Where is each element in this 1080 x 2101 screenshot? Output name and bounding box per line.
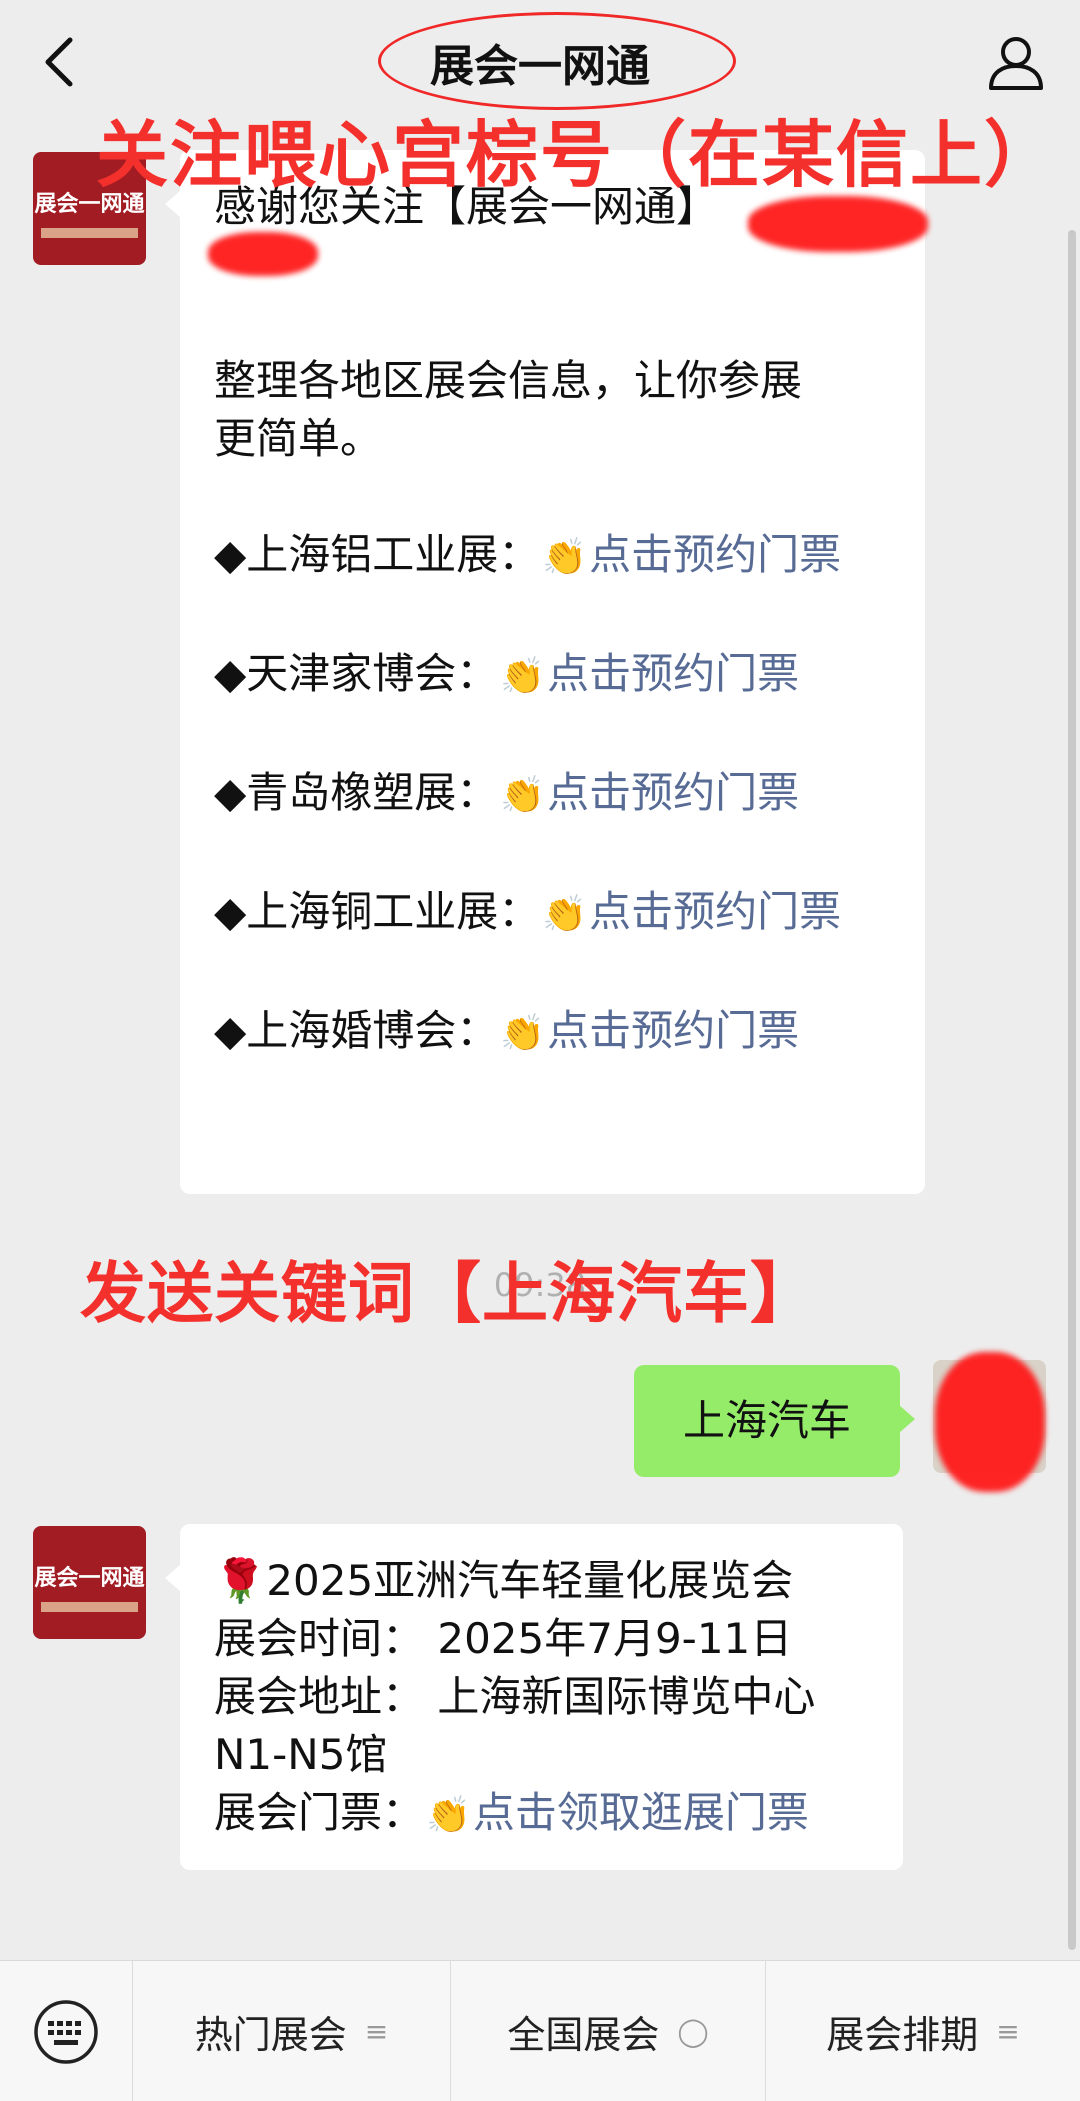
avatar-strip <box>41 1602 138 1612</box>
clap-hand-icon: 👏 <box>500 656 546 697</box>
expo-item: ◆天津家博会：👏点击预约门票 <box>214 645 895 706</box>
menu-tab-expo-schedule[interactable]: 展会排期 ≡ <box>765 1961 1080 2101</box>
welcome-message-bubble: 感谢您关注【展会一网通】 整理各地区展会信息，让你参展 更简单。 ◆上海铝工业展… <box>165 150 925 1194</box>
expo-item: ◆上海铝工业展：👏点击预约门票 <box>214 526 895 587</box>
bottom-menu-bar: 热门展会 ≡ 全国展会 ◯ 展会排期 ≡ <box>0 1960 1080 2101</box>
clap-hand-icon: 👏 <box>426 1795 471 1836</box>
ticket-link[interactable]: 点击预约门票 <box>547 1006 799 1055</box>
ticket-link[interactable]: 点击预约门票 <box>547 768 799 817</box>
scrollbar[interactable] <box>1068 230 1076 1950</box>
avatar-label: 展会一网通 <box>34 1566 145 1591</box>
expo-item: ◆上海铜工业展：👏点击预约门票 <box>214 883 895 944</box>
expo-title: 2025亚洲汽车轻量化展览会 <box>266 1556 794 1605</box>
rose-icon: 🌹 <box>214 1556 267 1605</box>
chat-bubble-icon: ◯ <box>677 2015 709 2048</box>
expo-ticket-line: 展会门票：👏点击领取逛展门票 <box>214 1784 873 1845</box>
avatar-strip <box>41 228 138 238</box>
clap-hand-icon: 👏 <box>542 894 588 935</box>
redaction-scribble <box>748 196 928 252</box>
expo-item: ◆上海婚博会：👏点击预约门票 <box>214 1002 895 1063</box>
annotation-keyword-instruction: 发送关键词【上海汽车】 <box>80 1255 817 1332</box>
annotation-follow-instruction: 关注喂心宫棕号（在某信上） <box>96 113 1059 197</box>
expo-info-bubble: 🌹2025亚洲汽车轻量化展览会 展会时间： 2025年7月9-11日 展会地址：… <box>165 1524 903 1870</box>
redaction-scribble <box>935 1352 1045 1492</box>
expo-address-line-1: 展会地址： 上海新国际博览中心 <box>214 1672 816 1721</box>
redaction-scribble <box>208 232 318 276</box>
ticket-link[interactable]: 点击预约门票 <box>547 649 799 698</box>
expo-title-line: 🌹2025亚洲汽车轻量化展览会 <box>214 1552 873 1610</box>
menu-tab-hot-expos[interactable]: 热门展会 ≡ <box>134 1961 449 2101</box>
intro-line-2: 更简单。 <box>214 414 383 463</box>
keyboard-icon <box>34 2000 98 2064</box>
menu-tab-national-expos[interactable]: 全国展会 ◯ <box>450 1961 765 2101</box>
clap-hand-icon: 👏 <box>542 537 588 578</box>
person-icon[interactable] <box>986 32 1046 92</box>
intro-line-1: 整理各地区展会信息，让你参展 <box>214 356 803 405</box>
bot-avatar[interactable]: 展会一网通 <box>33 1526 146 1639</box>
ticket-link[interactable]: 点击领取逛展门票 <box>473 1788 809 1837</box>
ticket-link[interactable]: 点击预约门票 <box>589 530 841 579</box>
ticket-link[interactable]: 点击预约门票 <box>589 887 841 936</box>
expo-item: ◆青岛橡塑展：👏点击预约门票 <box>214 764 895 825</box>
expo-address-line-2: N1-N5馆 <box>214 1730 388 1779</box>
menu-lines-icon: ≡ <box>364 2015 389 2048</box>
clap-hand-icon: 👏 <box>500 775 546 816</box>
clap-hand-icon: 👏 <box>500 1013 546 1054</box>
user-message-bubble: 上海汽车 <box>634 1365 915 1477</box>
keyboard-toggle-button[interactable] <box>0 1961 133 2101</box>
menu-lines-icon: ≡ <box>996 2015 1020 2048</box>
expo-time: 展会时间： 2025年7月9-11日 <box>214 1614 793 1663</box>
